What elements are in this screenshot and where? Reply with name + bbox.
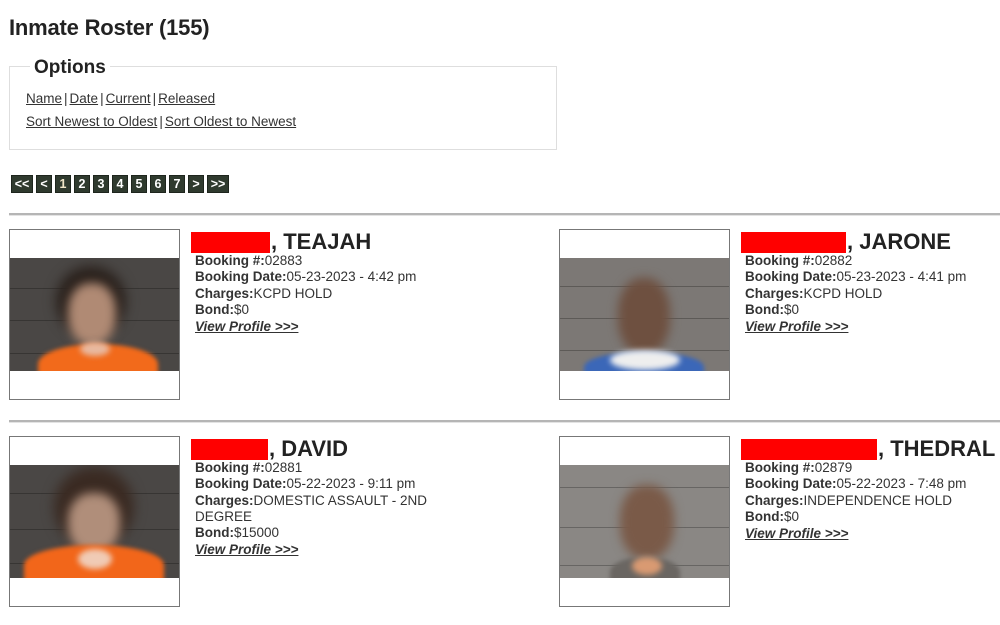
inmate-info: , JARONE Booking #:02882 Booking Date:05… [741,229,966,336]
next-page-button[interactable]: > [188,175,204,193]
inmate-info: , TEAJAH Booking #:02883 Booking Date:05… [191,229,416,336]
filter-links: Name | Date | Current | Released [26,91,215,106]
page-1-button[interactable]: 1 [55,175,71,193]
bond: Bond:$0 [195,301,250,317]
page-5-button[interactable]: 5 [131,175,147,193]
inmate-card: , JARONE Booking #:02882 Booking Date:05… [559,229,999,404]
mugshot-photo-icon [10,465,179,578]
redacted-last-name [191,232,270,253]
pagination: << < 1 2 3 4 5 6 7 > >> [11,175,229,193]
filter-current-link[interactable]: Current [106,91,151,106]
inmate-card: , DAVID Booking #:02881 Booking Date:05-… [9,436,449,611]
mugshot-photo-frame[interactable] [559,436,730,607]
booking-number: Booking #:02882 [745,253,853,268]
bond: Bond:$0 [745,301,800,317]
mugshot-photo-icon [560,465,729,578]
filter-name-link[interactable]: Name [26,91,62,106]
view-profile-link[interactable]: View Profile >>> [195,319,298,335]
booking-date: Booking Date:05-22-2023 - 7:48 pm [745,476,967,492]
mugshot-photo-frame[interactable] [559,229,730,400]
prev-page-button[interactable]: < [36,175,52,193]
redacted-last-name [741,232,846,253]
separator: | [152,91,157,106]
last-page-button[interactable]: >> [207,175,229,193]
inmate-name: , JARONE [847,229,951,254]
view-profile-link[interactable]: View Profile >>> [745,526,848,542]
mugshot-photo-frame[interactable] [9,436,180,607]
filter-released-link[interactable]: Released [158,91,215,106]
options-panel: Options Name | Date | Current | Released Sort … [9,57,557,150]
options-title: Options [30,57,110,79]
inmate-name: , TEAJAH [271,229,372,254]
inmate-card: , TEAJAH Booking #:02883 Booking Date:05… [9,229,449,404]
inmate-name: , DAVID [269,436,349,461]
filter-date-link[interactable]: Date [70,91,99,106]
inmate-info: , DAVID Booking #:02881 Booking Date:05-… [191,436,449,559]
mugshot-photo-frame[interactable] [9,229,180,400]
separator: | [64,91,68,106]
redacted-last-name [741,439,877,460]
separator: | [159,114,163,129]
divider [9,420,1000,423]
sort-newest-link[interactable]: Sort Newest to Oldest [26,114,157,129]
charges: Charges:DOMESTIC ASSAULT - 2ND DEGREE [195,492,428,524]
mugshot-photo-icon [10,258,179,371]
inmate-info: , THEDRAL Booking #:02879 Booking Date:0… [741,436,995,543]
first-page-button[interactable]: << [11,175,33,193]
page-2-button[interactable]: 2 [74,175,90,193]
divider [9,213,1000,216]
booking-date: Booking Date:05-22-2023 - 9:11 pm [195,476,416,492]
sort-oldest-link[interactable]: Sort Oldest to Newest [165,114,296,129]
sort-links: Sort Newest to Oldest | Sort Oldest to New… [26,114,296,129]
charges: Charges:INDEPENDENCE HOLD [745,492,953,508]
page-7-button[interactable]: 7 [169,175,185,193]
booking-number: Booking #:02881 [195,460,303,475]
booking-date: Booking Date:05-23-2023 - 4:41 pm [745,269,967,285]
bond: Bond:$15000 [195,525,280,541]
page-6-button[interactable]: 6 [150,175,166,193]
view-profile-link[interactable]: View Profile >>> [195,542,298,558]
mugshot-photo-icon [560,258,729,371]
charges: Charges:KCPD HOLD [195,285,333,301]
booking-number: Booking #:02883 [195,253,303,268]
page-title: Inmate Roster (155) [9,15,210,40]
page-4-button[interactable]: 4 [112,175,128,193]
booking-number: Booking #:02879 [745,460,853,475]
page-3-button[interactable]: 3 [93,175,109,193]
booking-date: Booking Date:05-23-2023 - 4:42 pm [195,269,417,285]
charges: Charges:KCPD HOLD [745,285,883,301]
separator: | [100,91,104,106]
inmate-card: , THEDRAL Booking #:02879 Booking Date:0… [559,436,999,611]
bond: Bond:$0 [745,508,800,524]
view-profile-link[interactable]: View Profile >>> [745,319,848,335]
redacted-last-name [191,439,268,460]
inmate-name: , THEDRAL [878,436,996,461]
